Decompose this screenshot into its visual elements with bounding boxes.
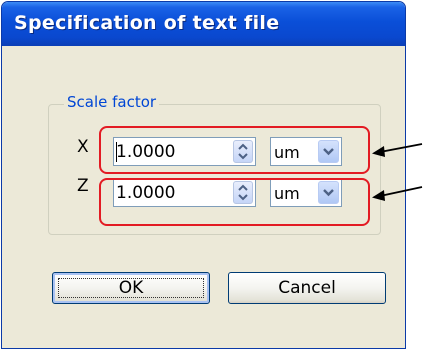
cancel-button[interactable]: Cancel (228, 272, 386, 304)
arrow-icon (372, 186, 423, 201)
ok-button-label: OK (118, 278, 144, 298)
cancel-button-label: Cancel (278, 278, 336, 298)
arrow-icon (372, 143, 423, 157)
ok-button[interactable]: OK (52, 272, 210, 304)
screenshot: Specification of text file Scale factor … (0, 0, 427, 349)
